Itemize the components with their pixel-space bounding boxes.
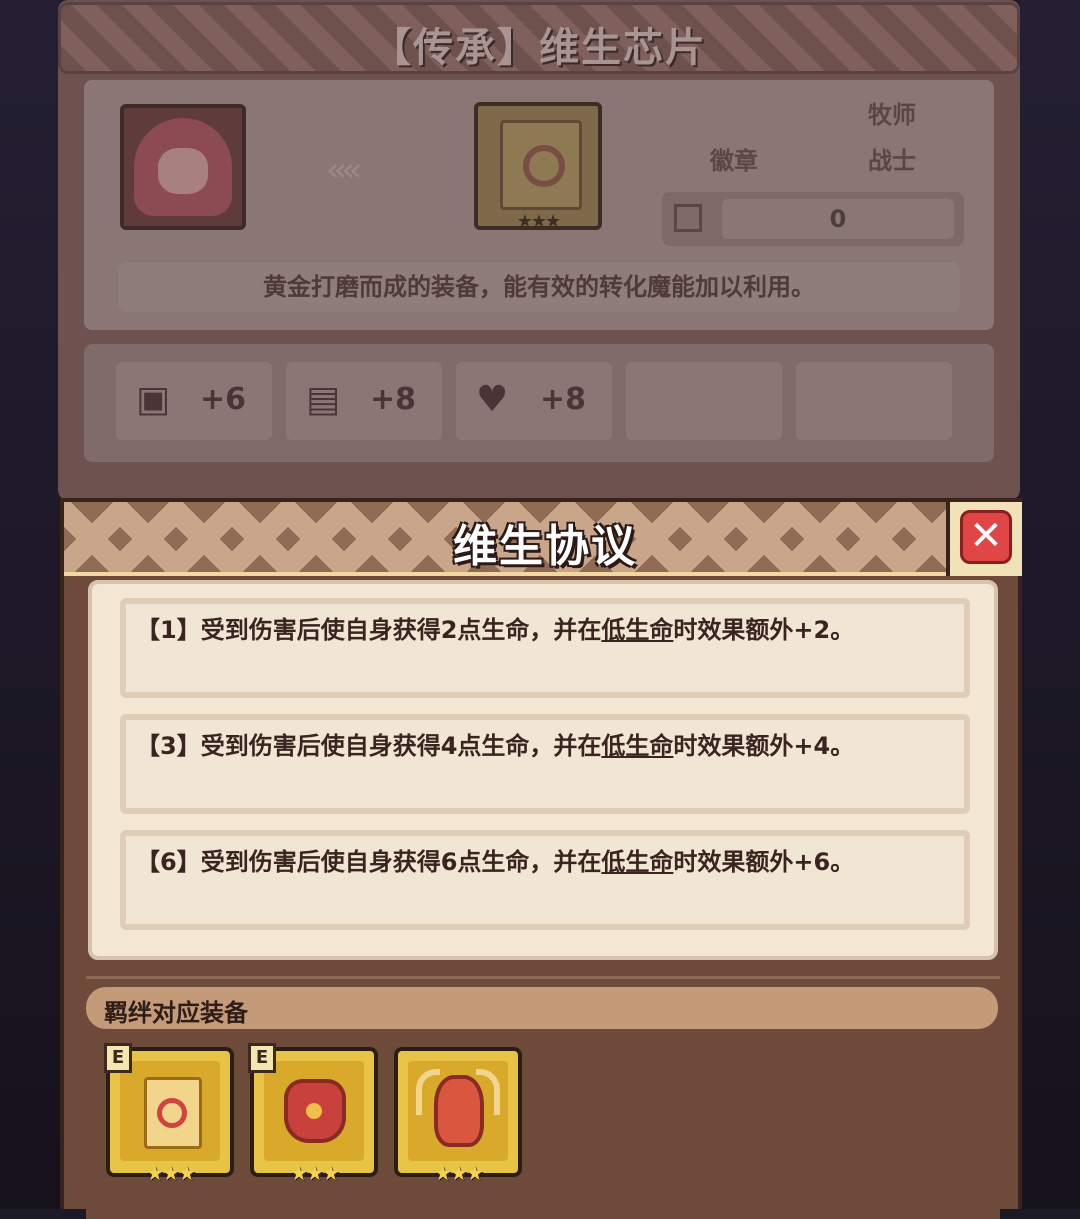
equipped-badge: E	[104, 1043, 132, 1073]
inventory-icon	[674, 204, 702, 232]
item-icon-vital-chip: ★★★	[474, 102, 602, 232]
book-icon: ▤	[306, 379, 341, 420]
equipment-stars: ★★★	[146, 1161, 196, 1185]
equipment-vital-chip[interactable]: E ★★★	[104, 1043, 234, 1185]
equipment-stars: ★★★	[434, 1161, 484, 1185]
bond-label: 羁绊对应装备	[104, 999, 248, 1027]
stat-empty-1	[626, 362, 782, 440]
close-button[interactable]: ✕	[946, 502, 1022, 576]
hero-portrait	[120, 104, 246, 230]
heart-icon: ♥	[476, 379, 509, 420]
bond-label-bar: 羁绊对应装备	[86, 987, 998, 1029]
stat-empty-2	[796, 362, 952, 440]
low-health-keyword[interactable]: 低生命	[601, 616, 673, 644]
armor-icon	[284, 1079, 346, 1143]
owned-count: 0	[662, 192, 964, 246]
helm-icon	[434, 1075, 484, 1147]
fist-icon: ▣	[136, 379, 171, 420]
hero-portrait-icon	[134, 118, 232, 216]
equipment-horned-helm[interactable]: ★★★	[394, 1047, 522, 1185]
background-left	[0, 0, 60, 1209]
item-header: 【传承】维生芯片	[58, 2, 1020, 74]
equipment-golden-armor[interactable]: E ★★★	[248, 1043, 378, 1185]
equipment-stars: ★★★	[290, 1161, 340, 1185]
bond-equipment-section: 羁绊对应装备 E ★★★ E ★★★ ★★★	[86, 976, 1000, 1219]
slot-tag-badge: 徽章	[662, 142, 806, 180]
stat-attack: ▣ +6	[116, 362, 272, 440]
item-title: 【传承】维生芯片	[371, 25, 707, 71]
effects-list: 【1】受到伤害后使自身获得2点生命，并在低生命时效果额外+2。 【3】受到伤害后…	[88, 580, 998, 960]
transfer-arrows-icon: ‹‹‹‹	[326, 150, 362, 190]
effect-tier-1: 【1】受到伤害后使自身获得2点生命，并在低生命时效果额外+2。	[120, 598, 970, 698]
class-tag-warrior: 战士	[820, 142, 964, 180]
bond-effect-modal: 维生协议 ✕ 【1】受到伤害后使自身获得2点生命，并在低生命时效果额外+2。 【…	[60, 498, 1022, 1219]
low-health-keyword[interactable]: 低生命	[601, 848, 673, 876]
item-description: 黄金打磨而成的装备，能有效的转化魔能加以利用。	[118, 262, 960, 312]
owned-count-value: 0	[722, 199, 954, 239]
equipped-badge: E	[248, 1043, 276, 1073]
effect-tier-3: 【3】受到伤害后使自身获得4点生命，并在低生命时效果额外+4。	[120, 714, 970, 814]
chip-icon	[144, 1077, 202, 1149]
stat-health: ♥ +8	[456, 362, 612, 440]
item-stats: ▣ +6 ▤ +8 ♥ +8	[84, 344, 994, 462]
background-right	[1020, 0, 1080, 1209]
item-detail-panel: 【传承】维生芯片 ‹‹‹‹ ★★★ 牧师 徽章 战士 0 黄金打磨而成的装备，能…	[58, 0, 1020, 500]
effect-tier-6: 【6】受到伤害后使自身获得6点生命，并在低生命时效果额外+6。	[120, 830, 970, 930]
stat-magic: ▤ +8	[286, 362, 442, 440]
modal-title: 维生协议	[453, 521, 637, 572]
close-icon[interactable]: ✕	[960, 510, 1012, 564]
class-tag-priest: 牧师	[820, 96, 964, 134]
item-stars: ★★★	[516, 211, 561, 232]
low-health-keyword[interactable]: 低生命	[601, 732, 673, 760]
